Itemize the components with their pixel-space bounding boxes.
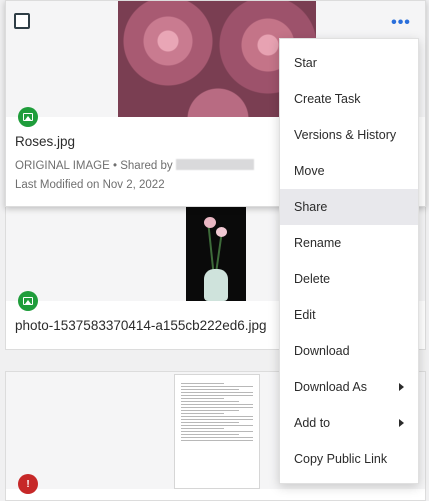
menu-item-add-to[interactable]: Add to [280,405,418,441]
shared-by-label: Shared by [120,160,173,172]
submenu-arrow-icon [399,383,404,391]
menu-item-edit[interactable]: Edit [280,297,418,333]
select-checkbox[interactable] [14,13,30,29]
image-type-icon [18,107,38,127]
menu-item-star[interactable]: Star [280,45,418,81]
menu-item-create-task[interactable]: Create Task [280,81,418,117]
file-type-label: ORIGINAL IMAGE [15,160,110,172]
menu-item-download[interactable]: Download [280,333,418,369]
menu-item-label: Delete [294,272,331,286]
menu-item-delete[interactable]: Delete [280,261,418,297]
file-meta-line: ORIGINAL IMAGE • Shared by [15,159,254,172]
image-type-icon [18,291,38,311]
menu-item-label: Move [294,164,325,178]
menu-item-label: Copy Public Link [294,452,388,466]
file-name[interactable]: Roses.jpg [15,134,75,149]
file-name[interactable]: photo-1537583370414-a155cb222ed6.jpg [15,318,266,333]
menu-item-label: Download As [294,380,367,394]
menu-item-label: Create Task [294,92,361,106]
menu-item-share[interactable]: Share [280,189,418,225]
menu-item-download-as[interactable]: Download As [280,369,418,405]
menu-item-copy-public-link[interactable]: Copy Public Link [280,441,418,477]
more-options-button[interactable]: ••• [387,11,415,35]
redacted-user-name [175,159,254,170]
last-modified: Last Modified on Nov 2, 2022 [15,179,165,191]
menu-item-label: Rename [294,236,342,250]
error-icon: ! [18,474,38,494]
vase-thumbnail[interactable] [186,207,246,301]
document-thumbnail[interactable] [174,374,260,489]
menu-item-versions-history[interactable]: Versions & History [280,117,418,153]
menu-item-label: Download [294,344,350,358]
context-menu: Star Create Task Versions & History Move… [279,38,419,484]
menu-item-label: Add to [294,416,331,430]
menu-item-label: Share [294,200,328,214]
menu-item-label: Star [294,56,317,70]
menu-item-rename[interactable]: Rename [280,225,418,261]
submenu-arrow-icon [399,419,404,427]
menu-item-label: Edit [294,308,316,322]
menu-item-move[interactable]: Move [280,153,418,189]
menu-item-label: Versions & History [294,128,397,142]
